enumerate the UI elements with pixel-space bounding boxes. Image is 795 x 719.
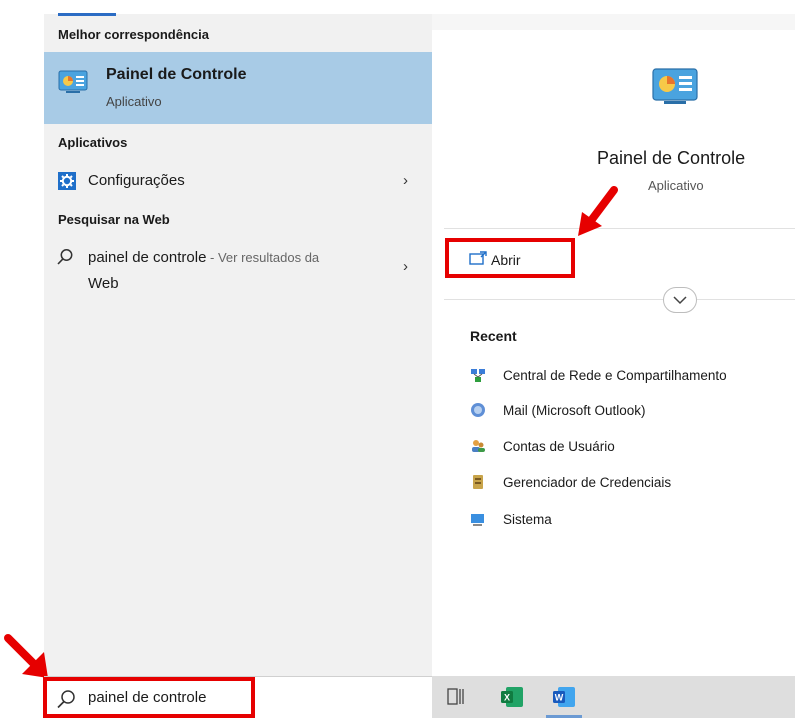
divider xyxy=(444,299,663,300)
active-tab-indicator xyxy=(58,13,116,16)
excel-letter: X xyxy=(504,693,510,703)
web-result-suffix: - Ver resultados da xyxy=(206,250,320,265)
details-app-title: Painel de Controle xyxy=(597,148,746,168)
app-result-settings[interactable]: Configurações › xyxy=(44,166,432,198)
taskbar: X W xyxy=(432,676,795,718)
recent-item[interactable]: Sistema xyxy=(470,510,790,532)
recent-item[interactable]: Central de Rede e Compartilhamento xyxy=(470,366,790,388)
user-accounts-icon xyxy=(472,440,485,452)
task-view-icon[interactable] xyxy=(446,686,466,708)
expand-button[interactable] xyxy=(663,287,697,313)
recent-item-label: Central de Rede e Compartilhamento xyxy=(503,368,727,383)
web-result-text: painel de controle - Ver resultados da xyxy=(88,248,388,267)
annotation-arrow-icon xyxy=(578,186,618,236)
app-result-label: Configurações xyxy=(88,172,185,189)
recent-item[interactable]: Gerenciador de Credenciais xyxy=(470,473,790,495)
recent-item-label: Sistema xyxy=(503,512,552,527)
details-panel xyxy=(444,30,795,676)
search-icon xyxy=(57,249,73,265)
annotation-arrow-icon xyxy=(4,634,48,678)
chevron-right-icon[interactable]: › xyxy=(403,172,408,189)
best-match-title: Painel de Controle xyxy=(106,66,247,83)
best-match-subtitle: Aplicativo xyxy=(106,94,162,109)
details-app-subtitle: Aplicativo xyxy=(648,178,704,193)
mail-icon xyxy=(471,403,485,417)
web-search-heading: Pesquisar na Web xyxy=(58,212,170,227)
recent-item-label: Mail (Microsoft Outlook) xyxy=(503,403,646,418)
open-button-label: Abrir xyxy=(491,252,521,268)
annotation-highlight-box xyxy=(43,677,255,718)
recent-item-label: Contas de Usuário xyxy=(503,439,615,454)
system-icon xyxy=(471,514,484,526)
recent-heading: Recent xyxy=(470,328,517,344)
chevron-down-icon xyxy=(673,296,687,305)
chevron-right-icon[interactable]: › xyxy=(403,258,408,275)
settings-gear-icon xyxy=(58,172,76,190)
word-letter: W xyxy=(555,693,564,703)
web-result-suffix-line2: Web xyxy=(88,275,119,292)
excel-icon[interactable]: X xyxy=(500,686,524,708)
recent-item[interactable]: Contas de Usuário xyxy=(470,437,790,459)
best-match-heading: Melhor correspondência xyxy=(58,27,209,42)
control-panel-icon xyxy=(652,68,698,104)
open-button[interactable]: Abrir xyxy=(445,238,575,278)
credential-manager-icon xyxy=(473,475,483,489)
recent-item[interactable]: Mail (Microsoft Outlook) xyxy=(470,401,790,423)
web-search-result[interactable]: painel de controle - Ver resultados da W… xyxy=(44,242,432,292)
network-center-icon xyxy=(471,369,485,382)
recent-item-label: Gerenciador de Credenciais xyxy=(503,475,672,490)
control-panel-icon xyxy=(58,70,88,93)
panel-top-shade xyxy=(432,14,795,30)
word-icon[interactable]: W xyxy=(552,686,576,708)
web-result-query: painel de controle xyxy=(88,249,207,266)
apps-heading: Aplicativos xyxy=(58,135,128,150)
open-window-icon xyxy=(469,251,487,265)
best-match-result[interactable]: Painel de Controle Aplicativo xyxy=(44,52,432,124)
divider xyxy=(697,299,795,300)
